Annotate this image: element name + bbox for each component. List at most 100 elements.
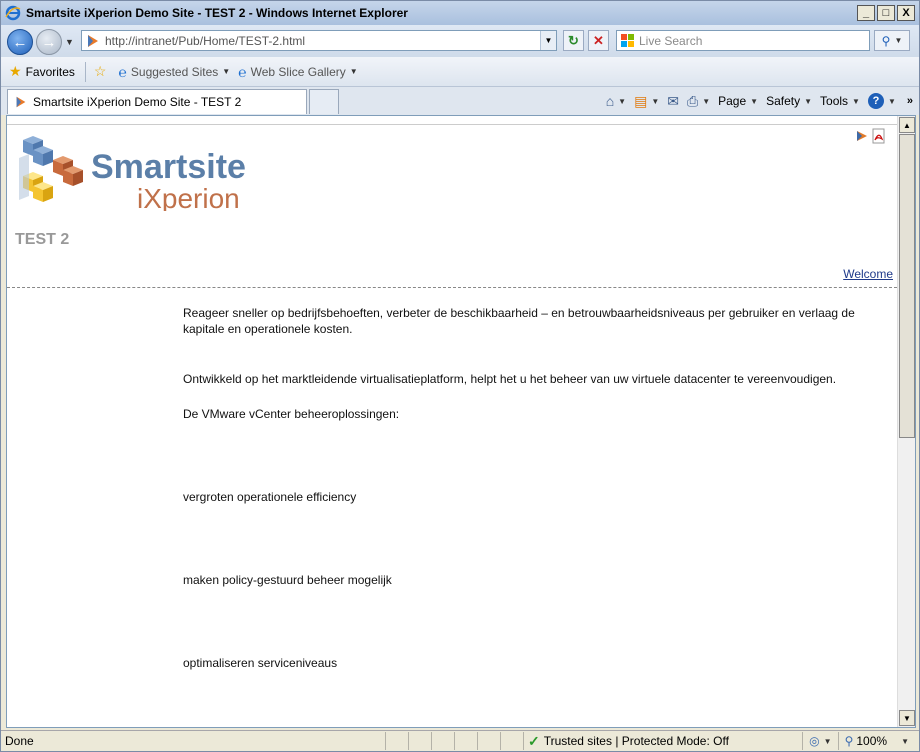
suggested-sites-button[interactable]: ℮ Suggested Sites ▼: [118, 64, 230, 80]
chevron-down-icon: ▼: [349, 67, 358, 76]
page-menu-label: Page: [718, 94, 747, 108]
paragraph: vergroten operationele efficiency: [183, 490, 357, 504]
page-viewport: Smartsite iXperion TEST 2 Welcome Reagee…: [6, 115, 916, 728]
pdf-icon[interactable]: [871, 128, 887, 144]
site-favicon-icon: [16, 96, 26, 108]
minimize-button[interactable]: _: [857, 5, 875, 21]
chevron-down-icon: ▼: [702, 96, 711, 106]
paragraph: Reageer sneller op bedrijfsbehoeften, ve…: [183, 306, 855, 336]
forward-button[interactable]: →: [36, 29, 62, 55]
window-title: Smartsite iXperion Demo Site - TEST 2 - …: [26, 6, 408, 20]
chevron-down-icon: ▼: [804, 96, 813, 106]
close-button[interactable]: X: [897, 5, 915, 21]
status-panel: [431, 732, 454, 750]
address-bar[interactable]: http://intranet/Pub/Home/TEST-2.html ▼: [81, 30, 557, 51]
window-controls: _ □ X: [857, 5, 915, 21]
help-icon: ?: [867, 93, 884, 109]
page-title: TEST 2: [15, 231, 70, 248]
zoom-magnifier-icon: ⚲: [844, 734, 854, 748]
toolbar-overflow-chevron-icon[interactable]: »: [907, 95, 913, 107]
web-slice-gallery-label: Web Slice Gallery: [250, 64, 346, 79]
stop-button[interactable]: ✕: [588, 30, 609, 51]
home-icon: ⌂: [605, 93, 615, 109]
print-button[interactable]: ⎙ ▼: [684, 91, 713, 111]
new-tab-button[interactable]: [309, 89, 339, 114]
tab-label: Smartsite iXperion Demo Site - TEST 2: [33, 95, 242, 109]
rss-feed-icon: ▤: [634, 92, 648, 109]
forward-arrow-icon: →: [41, 33, 57, 51]
vertical-scrollbar[interactable]: ▲ ▼: [897, 116, 915, 727]
address-toolbar: ← → ▼ http://intranet/Pub/Home/TEST-2.ht…: [1, 25, 919, 57]
favorites-bar: ★ Favorites ☆ ℮ Suggested Sites ▼ ℮ Web …: [1, 57, 919, 87]
windows-flag-icon: [621, 33, 634, 47]
tab-bar: Smartsite iXperion Demo Site - TEST 2 ⌂ …: [1, 87, 919, 115]
smartsite-logo: Smartsite iXperion: [19, 136, 246, 211]
web-slice-gallery-button[interactable]: ℮ Web Slice Gallery ▼: [238, 64, 357, 80]
refresh-button[interactable]: ↻: [563, 30, 584, 51]
read-mail-button[interactable]: ✉: [664, 91, 682, 111]
back-button[interactable]: ←: [7, 29, 33, 55]
home-button[interactable]: ⌂ ▼: [603, 91, 629, 111]
chevron-down-icon: ▼: [618, 96, 627, 106]
paragraph: maken policy-gestuurd beheer mogelijk: [183, 573, 392, 587]
url-text[interactable]: http://intranet/Pub/Home/TEST-2.html: [105, 34, 305, 48]
search-button[interactable]: ⚲ ▼: [874, 30, 910, 51]
security-zone[interactable]: ✓ Trusted sites | Protected Mode: Off: [523, 732, 773, 750]
stop-icon: ✕: [593, 32, 604, 48]
search-input[interactable]: Live Search: [616, 30, 870, 51]
page-menu[interactable]: Page ▼: [715, 91, 761, 111]
security-zone-label: Trusted sites | Protected Mode: Off: [543, 734, 729, 748]
status-panel: [477, 732, 500, 750]
paragraph: optimaliseren serviceniveaus: [183, 656, 338, 670]
help-menu[interactable]: ? ▼: [865, 91, 899, 111]
header-divider: [7, 287, 897, 288]
chevron-down-icon: ▼: [823, 736, 832, 746]
status-tools: ◎ ▼ ⚲ 100% ▼: [802, 732, 915, 750]
mail-icon: ✉: [667, 92, 679, 109]
title-bar: Smartsite iXperion Demo Site - TEST 2 - …: [1, 1, 919, 25]
protected-mode-button[interactable]: ◎ ▼: [802, 732, 837, 750]
suggested-sites-label: Suggested Sites: [130, 64, 219, 79]
paragraph: Ontwikkeld op het marktleidende virtuali…: [183, 372, 837, 386]
web-page: Smartsite iXperion TEST 2 Welcome Reagee…: [7, 116, 897, 727]
page-tools: [855, 128, 887, 144]
feeds-button[interactable]: ▤ ▼: [631, 91, 662, 111]
chevron-down-icon: ▼: [222, 67, 231, 76]
tools-menu-label: Tools: [820, 94, 849, 108]
chevron-down-icon: ▼: [852, 96, 860, 106]
tools-menu[interactable]: Tools ▼: [817, 91, 863, 111]
zoom-level: 100%: [856, 734, 888, 748]
favorites-label: Favorites: [25, 64, 75, 79]
chevron-down-icon: ▼: [901, 736, 909, 746]
welcome-link[interactable]: Welcome: [843, 267, 893, 281]
safety-menu[interactable]: Safety ▼: [763, 91, 815, 111]
tab-active[interactable]: Smartsite iXperion Demo Site - TEST 2: [7, 89, 307, 114]
logo-text-secondary: iXperion: [137, 183, 240, 211]
status-panel: [408, 732, 431, 750]
chevron-down-icon: ▼: [651, 96, 660, 106]
edit-page-icon[interactable]: [855, 128, 871, 144]
ie-page-icon: ℮: [118, 63, 127, 80]
address-dropdown-button[interactable]: ▼: [540, 31, 556, 50]
maximize-button[interactable]: □: [877, 5, 895, 21]
favorites-star-icon: ★: [9, 63, 22, 79]
recent-pages-dropdown[interactable]: ▼: [65, 37, 74, 47]
favorites-divider: [84, 61, 86, 82]
status-text: Done: [5, 734, 34, 748]
browser-window: Smartsite iXperion Demo Site - TEST 2 - …: [0, 0, 920, 752]
scroll-down-button[interactable]: ▼: [899, 710, 915, 726]
status-panel: [385, 732, 408, 750]
scroll-thumb[interactable]: [899, 134, 915, 438]
search-placeholder: Live Search: [639, 33, 703, 48]
scroll-up-button[interactable]: ▲: [899, 117, 915, 133]
chevron-down-icon: ▼: [887, 96, 896, 106]
printer-icon: ⎙: [686, 92, 699, 109]
globe-icon: ◎: [809, 734, 820, 748]
logo-text-primary: Smartsite: [91, 148, 246, 186]
site-favicon-icon: [88, 34, 98, 47]
ie-page-icon: ℮: [238, 63, 247, 80]
favorites-button[interactable]: ★ Favorites: [9, 63, 75, 80]
zoom-button[interactable]: ⚲ 100% ▼: [837, 732, 915, 750]
command-bar: ⌂ ▼ ▤ ▼ ✉ ⎙ ▼ Page ▼ Safety ▼ Tools ▼ ? …: [603, 91, 913, 111]
add-to-favorites-bar-button[interactable]: ☆: [94, 63, 111, 80]
